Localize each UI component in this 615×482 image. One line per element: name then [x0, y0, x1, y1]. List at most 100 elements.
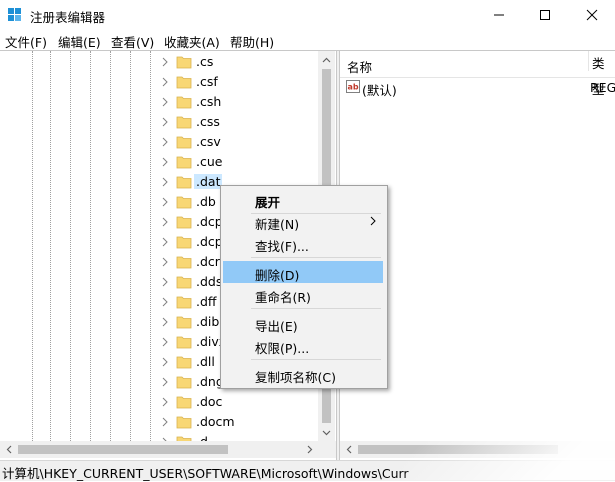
window-title: 注册表编辑器 [30, 10, 106, 25]
ctx-rename[interactable]: 重命名(R) [223, 283, 383, 305]
ctx-label: 导出(E) [255, 319, 298, 334]
scroll-thumb[interactable] [18, 445, 228, 454]
scroll-left-button[interactable] [340, 441, 357, 458]
maximize-button[interactable] [522, 0, 568, 30]
tree-item-label: .dds [196, 274, 223, 289]
tree-item-label: .dcp [196, 234, 223, 249]
tree-item-label: .csf [196, 74, 218, 89]
registry-path: 计算机\HKEY_CURRENT_USER\SOFTWARE\Microsoft… [2, 466, 409, 481]
folder-icon [176, 376, 192, 389]
folder-icon [176, 156, 192, 169]
scroll-left-button[interactable] [0, 441, 17, 458]
folder-icon [176, 236, 192, 249]
ctx-label: 复制项名称(C) [255, 370, 336, 385]
ctx-label: 重命名(R) [255, 290, 311, 305]
chevron-right-icon[interactable] [160, 196, 170, 208]
folder-icon [176, 256, 192, 269]
tree-item-label: .csv [196, 134, 221, 149]
ctx-find[interactable]: 查找(F)... [223, 232, 383, 254]
folder-icon [176, 76, 192, 89]
tree-guide-line [70, 51, 71, 441]
chevron-right-icon[interactable] [160, 76, 170, 88]
scroll-thumb[interactable] [358, 445, 558, 454]
chevron-down-icon [322, 430, 331, 435]
scroll-down-button[interactable] [318, 424, 335, 441]
tree-item[interactable]: .css [160, 112, 320, 132]
column-header-type[interactable]: 类型 [588, 51, 615, 97]
ctx-label: 权限(P)... [255, 341, 310, 356]
chevron-right-icon [307, 445, 312, 454]
tree-item-label: .dib [196, 314, 220, 329]
chevron-right-icon[interactable] [160, 356, 170, 368]
chevron-right-icon[interactable] [160, 116, 170, 128]
tree-item-label: .dcp [196, 214, 223, 229]
tree-item-label: .css [196, 114, 220, 129]
tree-guide-line [110, 51, 111, 441]
chevron-right-icon[interactable] [160, 376, 170, 388]
ctx-new[interactable]: 新建(N) [223, 210, 383, 232]
folder-icon [176, 196, 192, 209]
chevron-right-icon[interactable] [160, 296, 170, 308]
chevron-right-icon[interactable] [160, 336, 170, 348]
ctx-expand[interactable]: 展开 [223, 188, 383, 210]
close-icon [586, 9, 598, 21]
tree-item[interactable]: .csf [160, 72, 320, 92]
chevron-right-icon[interactable] [160, 276, 170, 288]
chevron-up-icon [322, 57, 331, 62]
minimize-icon [494, 14, 504, 16]
chevron-right-icon[interactable] [160, 176, 170, 188]
tree-item-label: .cs [196, 54, 214, 69]
list-item[interactable]: ab (默认) REG [340, 77, 615, 98]
chevron-right-icon[interactable] [160, 96, 170, 108]
ctx-separator [251, 308, 381, 309]
chevron-right-icon[interactable] [160, 416, 170, 428]
chevron-right-icon[interactable] [160, 236, 170, 248]
tree-horizontal-scrollbar[interactable] [0, 441, 336, 458]
close-button[interactable] [569, 0, 615, 30]
chevron-right-icon[interactable] [160, 136, 170, 148]
scroll-up-button[interactable] [318, 51, 335, 68]
menu-help[interactable]: 帮助(H) [230, 32, 274, 51]
tree-item[interactable]: .csv [160, 132, 320, 152]
ctx-export[interactable]: 导出(E) [223, 312, 383, 334]
chevron-right-icon[interactable] [160, 316, 170, 328]
folder-icon [176, 356, 192, 369]
tree-item[interactable]: .doc [160, 392, 320, 412]
tree-item-label: .docm [196, 414, 235, 429]
chevron-left-icon [6, 445, 11, 454]
ctx-delete[interactable]: 删除(D) [223, 261, 383, 283]
chevron-right-icon[interactable] [160, 216, 170, 228]
tree-item-label: .dll [196, 354, 215, 369]
folder-icon [176, 276, 192, 289]
tree-item-label: .doc [196, 394, 223, 409]
scroll-right-button[interactable] [301, 441, 318, 458]
status-bar: 计算机\HKEY_CURRENT_USER\SOFTWARE\Microsoft… [0, 460, 615, 481]
menu-favorites[interactable]: 收藏夹(A) [164, 32, 220, 51]
column-header-name[interactable]: 名称 [347, 57, 372, 76]
ctx-label: 查找(F)... [255, 239, 309, 254]
folder-icon [176, 116, 192, 129]
menu-edit[interactable]: 编辑(E) [58, 32, 101, 51]
folder-icon [176, 416, 192, 429]
menu-file[interactable]: 文件(F) [5, 32, 47, 51]
ctx-separator [251, 359, 381, 360]
tree-item[interactable]: .cue [160, 152, 320, 172]
menu-view[interactable]: 查看(V) [111, 32, 154, 51]
tree-item[interactable]: .csh [160, 92, 320, 112]
ctx-label: 展开 [255, 195, 281, 210]
chevron-right-icon[interactable] [160, 396, 170, 408]
chevron-right-icon[interactable] [160, 256, 170, 268]
tree-item[interactable]: .docm [160, 412, 320, 432]
ctx-label: 新建(N) [255, 217, 300, 232]
ctx-copy-key-name[interactable]: 复制项名称(C) [223, 363, 383, 385]
list-horizontal-scrollbar[interactable] [340, 441, 615, 458]
chevron-right-icon[interactable] [160, 56, 170, 68]
minimize-button[interactable] [476, 0, 522, 30]
folder-icon [176, 396, 192, 409]
tree-item-label: .cue [196, 154, 223, 169]
ctx-permissions[interactable]: 权限(P)... [223, 334, 383, 356]
chevron-right-icon[interactable] [160, 156, 170, 168]
tree-item[interactable]: .cs [160, 52, 320, 72]
folder-icon [176, 316, 192, 329]
tree-item-label: .db [196, 194, 216, 209]
